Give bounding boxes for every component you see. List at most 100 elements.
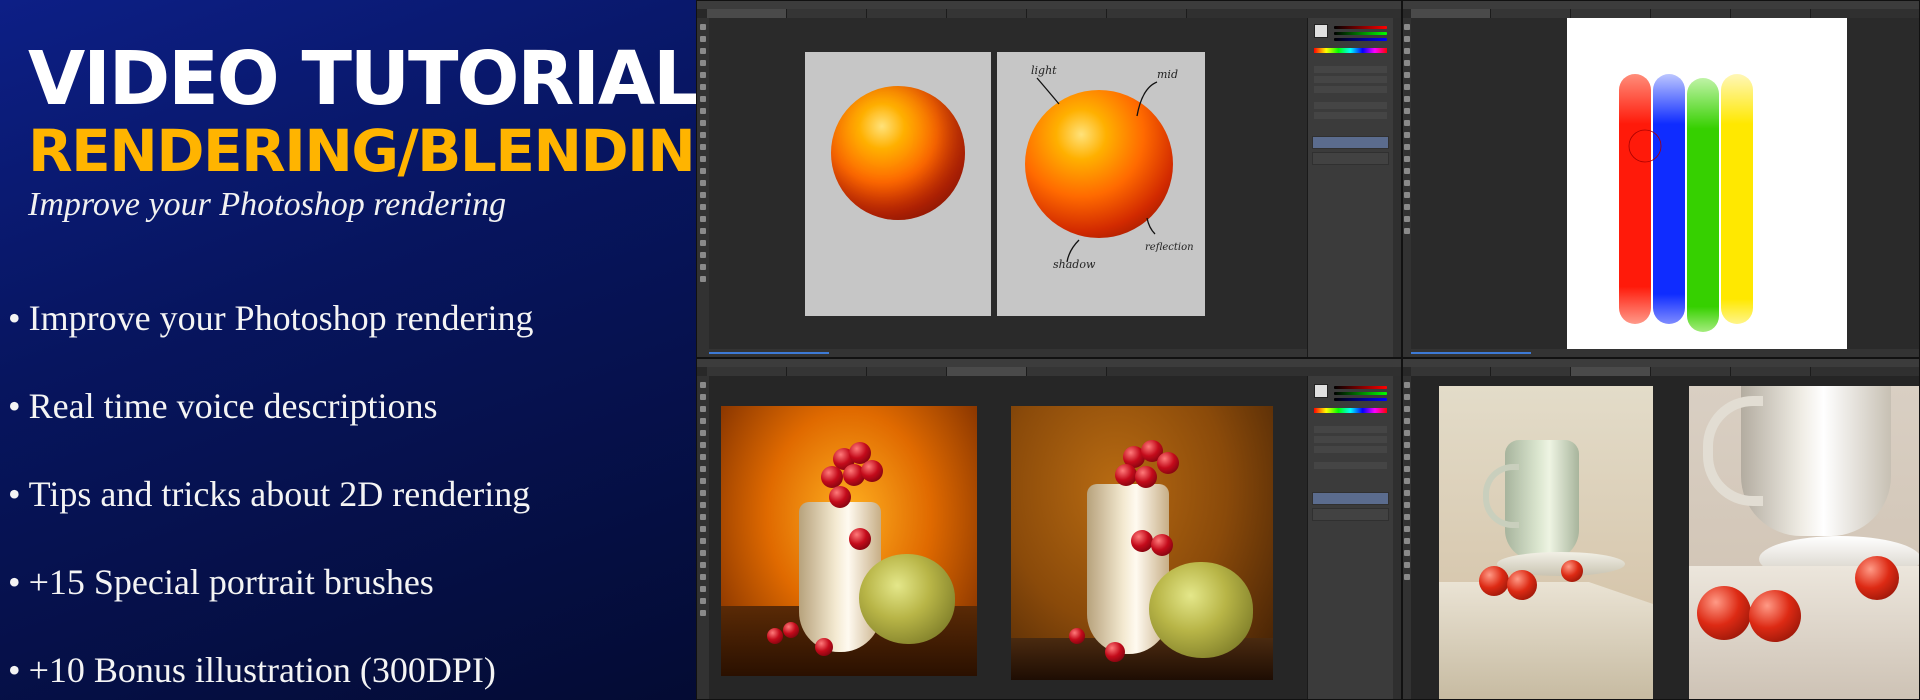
tool-icon[interactable] [700, 192, 706, 198]
tool-icon[interactable] [1404, 132, 1410, 138]
tool-icon[interactable] [700, 108, 706, 114]
tool-icon[interactable] [1404, 382, 1410, 388]
tool-icon[interactable] [700, 538, 706, 544]
document-tab[interactable] [1651, 9, 1731, 18]
color-slider[interactable] [1334, 386, 1387, 389]
tool-icon[interactable] [700, 228, 706, 234]
color-slider[interactable] [1334, 398, 1387, 401]
document-tab[interactable] [787, 9, 867, 18]
document-tab[interactable] [867, 367, 947, 376]
tool-icon[interactable] [1404, 538, 1410, 544]
document-tab[interactable] [867, 9, 947, 18]
tool-icon[interactable] [1404, 180, 1410, 186]
color-swatch-icon[interactable] [1314, 384, 1328, 398]
color-slider[interactable] [1334, 38, 1387, 41]
photoshop-window-still-life[interactable] [696, 358, 1402, 700]
tool-icon[interactable] [1404, 60, 1410, 66]
tool-icon[interactable] [700, 418, 706, 424]
tool-icon[interactable] [700, 264, 706, 270]
tool-icon[interactable] [700, 514, 706, 520]
color-slider[interactable] [1334, 392, 1387, 395]
tool-icon[interactable] [1404, 120, 1410, 126]
photoshop-window-spheres[interactable]: light mid shadow reflection [696, 0, 1402, 358]
menu-bar[interactable] [1403, 1, 1919, 9]
tool-icon[interactable] [1404, 192, 1410, 198]
document-tab[interactable] [1571, 367, 1651, 376]
tool-icon[interactable] [1404, 406, 1410, 412]
tool-icon[interactable] [1404, 72, 1410, 78]
tool-icon[interactable] [700, 610, 706, 616]
document-tab[interactable] [1571, 9, 1651, 18]
tool-icon[interactable] [1404, 490, 1410, 496]
document-tabs[interactable] [707, 9, 1401, 18]
tool-icon[interactable] [1404, 84, 1410, 90]
tools-panel[interactable] [1403, 18, 1411, 357]
tool-icon[interactable] [700, 598, 706, 604]
tool-icon[interactable] [700, 84, 706, 90]
adjustments-row[interactable] [1314, 102, 1387, 109]
menu-bar[interactable] [697, 1, 1401, 9]
tool-icon[interactable] [700, 252, 706, 258]
tool-icon[interactable] [700, 168, 706, 174]
document-tab[interactable] [1731, 9, 1811, 18]
color-ramp[interactable] [1314, 48, 1387, 53]
document-tab[interactable] [707, 9, 787, 18]
tool-icon[interactable] [700, 60, 706, 66]
document-tab[interactable] [1411, 367, 1491, 376]
adjustments-row[interactable] [1314, 66, 1387, 73]
layer-item[interactable] [1312, 136, 1389, 149]
tool-icon[interactable] [700, 240, 706, 246]
side-panels[interactable] [1307, 18, 1393, 357]
tool-icon[interactable] [1404, 216, 1410, 222]
adjustments-row[interactable] [1314, 112, 1387, 119]
canvas-area[interactable] [1411, 376, 1919, 699]
panel-scrollbar[interactable] [1393, 376, 1401, 699]
tool-icon[interactable] [700, 586, 706, 592]
tool-icon[interactable] [1404, 550, 1410, 556]
document-tab[interactable] [1651, 367, 1731, 376]
tool-icon[interactable] [700, 204, 706, 210]
tool-icon[interactable] [700, 466, 706, 472]
tool-icon[interactable] [700, 72, 706, 78]
tool-icon[interactable] [1404, 574, 1410, 580]
tool-icon[interactable] [700, 276, 706, 282]
tool-icon[interactable] [700, 454, 706, 460]
tool-icon[interactable] [700, 156, 706, 162]
tool-icon[interactable] [1404, 502, 1410, 508]
document-tabs[interactable] [707, 367, 1401, 376]
tool-icon[interactable] [700, 430, 706, 436]
document-tab[interactable] [1491, 367, 1571, 376]
tool-icon[interactable] [700, 216, 706, 222]
tool-icon[interactable] [1404, 418, 1410, 424]
document-tab[interactable] [1027, 9, 1107, 18]
tool-icon[interactable] [1404, 442, 1410, 448]
tool-icon[interactable] [700, 48, 706, 54]
menu-bar[interactable] [697, 359, 1401, 367]
layer-item[interactable] [1312, 508, 1389, 521]
adjustments-row[interactable] [1314, 76, 1387, 83]
layer-item[interactable] [1312, 152, 1389, 165]
document-tab[interactable] [707, 367, 787, 376]
tool-icon[interactable] [1404, 144, 1410, 150]
tool-icon[interactable] [700, 502, 706, 508]
tool-icon[interactable] [1404, 36, 1410, 42]
document-tab[interactable] [947, 9, 1027, 18]
tool-icon[interactable] [700, 550, 706, 556]
document-tab[interactable] [1107, 9, 1187, 18]
document-tab[interactable] [787, 367, 867, 376]
tool-icon[interactable] [700, 144, 706, 150]
tool-icon[interactable] [1404, 204, 1410, 210]
document-tab[interactable] [1411, 9, 1491, 18]
color-slider[interactable] [1334, 26, 1387, 29]
tools-panel[interactable] [697, 18, 709, 357]
tool-icon[interactable] [700, 120, 706, 126]
tool-icon[interactable] [700, 132, 706, 138]
tool-icon[interactable] [1404, 514, 1410, 520]
canvas-area[interactable] [1411, 18, 1919, 354]
document-tabs[interactable] [1411, 9, 1919, 18]
layer-item[interactable] [1312, 492, 1389, 505]
tool-icon[interactable] [700, 24, 706, 30]
tool-icon[interactable] [700, 394, 706, 400]
document-tab[interactable] [1491, 9, 1571, 18]
color-ramp[interactable] [1314, 408, 1387, 413]
